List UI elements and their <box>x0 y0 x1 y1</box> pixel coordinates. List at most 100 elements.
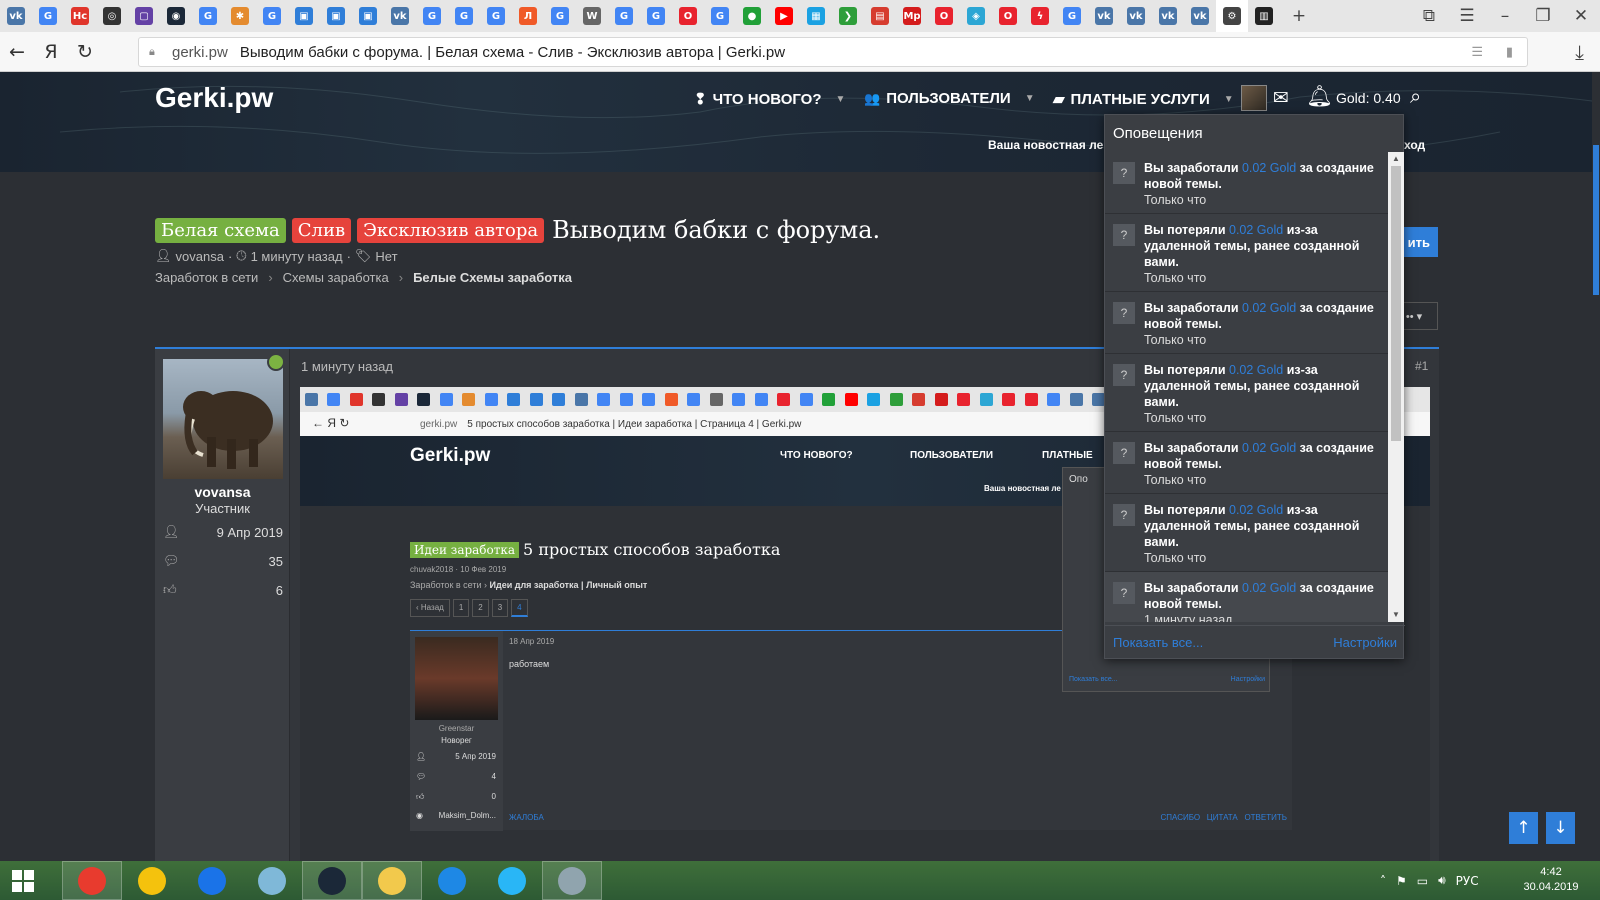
notification-item[interactable]: ? Вы заработали 0.02 Gold за создание нов… <box>1105 432 1388 494</box>
browser-tab[interactable]: ϟ <box>1024 0 1056 32</box>
browser-tab[interactable]: vk <box>1184 0 1216 32</box>
browser-tab[interactable]: G <box>416 0 448 32</box>
browser-tab[interactable]: ⚙ <box>1216 0 1248 32</box>
search-icon[interactable]: ⌕ <box>1410 84 1421 108</box>
taskbar-app[interactable] <box>182 861 242 900</box>
notification-item[interactable]: ? Вы заработали 0.02 Gold за создание нов… <box>1105 292 1388 354</box>
notification-item[interactable]: ? Вы потеряли 0.02 Gold из-за удаленной т… <box>1105 354 1388 432</box>
restore-button[interactable]: ❐ <box>1524 0 1562 32</box>
taskbar-app[interactable] <box>422 861 482 900</box>
taskbar-app[interactable] <box>362 861 422 900</box>
avatar[interactable] <box>163 359 283 479</box>
browser-tab[interactable]: ✱ <box>224 0 256 32</box>
bookmark-icon[interactable]: ▮ <box>1506 44 1513 60</box>
prefix-author-exclusive[interactable]: Эксклюзив автора <box>357 217 545 243</box>
tab-list-button[interactable]: ⧉ <box>1410 0 1448 32</box>
browser-tab[interactable]: ▶ <box>768 0 800 32</box>
network-warning-icon[interactable]: ⚑ <box>1396 874 1407 888</box>
taskbar-app[interactable] <box>302 861 362 900</box>
post-username[interactable]: vovansa <box>155 484 290 500</box>
thread-time[interactable]: 1 минуту назад <box>251 249 343 264</box>
taskbar-app[interactable] <box>122 861 182 900</box>
browser-tab[interactable]: ❯ <box>832 0 864 32</box>
taskbar-clock[interactable]: 4:42 30.04.2019 <box>1515 865 1587 895</box>
windows-start-button[interactable] <box>0 861 46 900</box>
site-logo[interactable]: Gerki.pw <box>155 82 273 114</box>
prefix-leak[interactable]: Слив <box>291 217 352 243</box>
browser-tab[interactable]: G <box>480 0 512 32</box>
post-date[interactable]: 1 минуту назад <box>301 359 393 374</box>
network-icon[interactable]: ▭ <box>1417 874 1428 888</box>
scroll-down-icon[interactable]: ▼ <box>1392 610 1400 619</box>
browser-tab[interactable]: Hc <box>64 0 96 32</box>
browser-tab[interactable]: G <box>544 0 576 32</box>
scroll-to-bottom-button[interactable]: ↓ <box>1546 812 1575 844</box>
menu-button[interactable]: ☰ <box>1448 0 1486 32</box>
browser-tab[interactable]: ▣ <box>352 0 384 32</box>
browser-tab[interactable]: G <box>640 0 672 32</box>
reload-button[interactable]: ↻ <box>68 32 102 72</box>
news-feed-link[interactable]: Ваша новостная ле <box>988 138 1103 152</box>
taskbar-app[interactable] <box>62 861 122 900</box>
browser-tab[interactable]: O <box>992 0 1024 32</box>
browser-tab[interactable]: ◎ <box>96 0 128 32</box>
back-button[interactable]: ← <box>0 32 34 72</box>
mail-icon[interactable]: ✉ <box>1273 87 1289 109</box>
taskbar-app[interactable] <box>482 861 542 900</box>
browser-tab[interactable]: W <box>576 0 608 32</box>
tray-chevron-icon[interactable]: ˄ <box>1380 874 1386 888</box>
browser-tab[interactable]: ▣ <box>288 0 320 32</box>
downloads-button[interactable]: ⤓ <box>1575 40 1584 64</box>
browser-tab[interactable]: ◉ <box>160 0 192 32</box>
minimize-button[interactable]: – <box>1486 0 1524 32</box>
browser-tab[interactable]: vk <box>0 0 32 32</box>
page-scrollbar-thumb[interactable] <box>1593 145 1599 295</box>
show-all-link[interactable]: Показать все... <box>1113 635 1203 650</box>
account-avatar[interactable] <box>1241 85 1267 111</box>
breadcrumb-current[interactable]: Белые Схемы заработка <box>413 270 572 285</box>
chevron-down-icon[interactable]: ▼ <box>1224 94 1234 105</box>
language-indicator[interactable]: РУС <box>1456 874 1479 888</box>
browser-tab[interactable]: G <box>192 0 224 32</box>
nav-whats-new[interactable]: ❢ ЧТО НОВОГО? ▼ <box>694 90 846 109</box>
browser-tab[interactable]: ● <box>736 0 768 32</box>
browser-tab[interactable]: ▥ <box>1248 0 1280 32</box>
browser-tab[interactable]: O <box>928 0 960 32</box>
breadcrumb-item[interactable]: Заработок в сети <box>155 270 258 285</box>
browser-tab[interactable]: G <box>608 0 640 32</box>
notifications-scrollbar[interactable]: ▲ ▼ <box>1388 152 1404 622</box>
browser-tab[interactable]: vk <box>1088 0 1120 32</box>
browser-tab[interactable]: G <box>448 0 480 32</box>
browser-tab[interactable]: vk <box>384 0 416 32</box>
nav-users[interactable]: 👥 ПОЛЬЗОВАТЕЛИ ▼ <box>864 90 1035 107</box>
notification-item[interactable]: ? Вы заработали 0.02 Gold за создание нов… <box>1105 572 1388 622</box>
nav-paid-services[interactable]: ▰ ПЛАТНЫЕ УСЛУГИ ▼ <box>1053 90 1234 109</box>
browser-tab[interactable]: ▣ <box>320 0 352 32</box>
prefix-white-scheme[interactable]: Белая схема <box>155 217 286 243</box>
yandex-button[interactable]: Я <box>34 32 68 72</box>
new-tab-button[interactable]: + <box>1280 0 1318 32</box>
reader-mode-icon[interactable]: ☰ <box>1471 44 1483 60</box>
scroll-to-top-button[interactable]: ↑ <box>1509 812 1538 844</box>
browser-tab[interactable]: ◈ <box>960 0 992 32</box>
browser-tab[interactable]: vk <box>1120 0 1152 32</box>
browser-tab[interactable]: vk <box>1152 0 1184 32</box>
url-field[interactable]: 🔒︎ gerki.pw Выводим бабки с форума. | Бе… <box>138 37 1528 67</box>
browser-tab[interactable]: G <box>1056 0 1088 32</box>
bell-icon[interactable]: 🔔︎ <box>1306 84 1333 109</box>
browser-tab[interactable]: Mp <box>896 0 928 32</box>
volume-icon[interactable]: 🔊︎ <box>1438 873 1446 888</box>
scrollbar-thumb[interactable] <box>1391 166 1401 441</box>
taskbar-app[interactable] <box>542 861 602 900</box>
browser-tab[interactable]: ▢ <box>128 0 160 32</box>
browser-tab[interactable]: Л <box>512 0 544 32</box>
chevron-down-icon[interactable]: ▼ <box>1025 93 1035 104</box>
scroll-up-icon[interactable]: ▲ <box>1392 154 1400 163</box>
browser-tab[interactable]: G <box>32 0 64 32</box>
browser-tab[interactable]: ▦ <box>800 0 832 32</box>
browser-tab[interactable]: O <box>672 0 704 32</box>
taskbar-app[interactable] <box>242 861 302 900</box>
notification-item[interactable]: ? Вы потеряли 0.02 Gold из-за удаленной т… <box>1105 494 1388 572</box>
chevron-down-icon[interactable]: ▼ <box>836 94 846 105</box>
logout-link[interactable]: ход <box>1404 138 1425 152</box>
